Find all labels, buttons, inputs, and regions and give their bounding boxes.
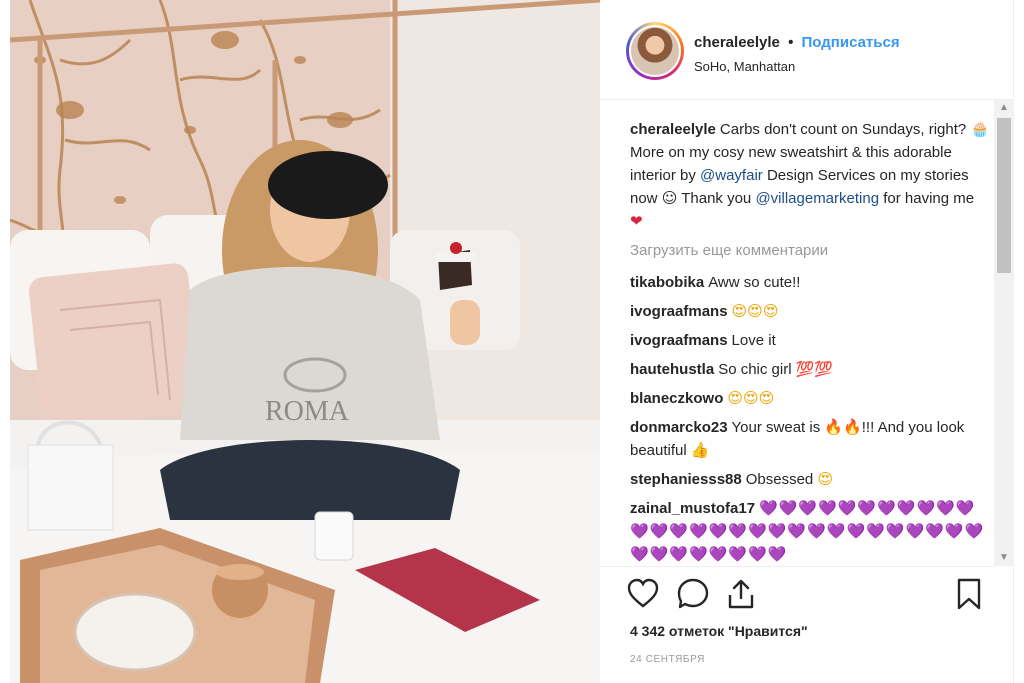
comment-item: donmarcko23 Your sweat is 🔥🔥!!! And you l…	[630, 416, 990, 462]
mention-link-villagemarketing[interactable]: @villagemarketing	[755, 190, 879, 207]
hundred-emoji: 💯💯	[795, 360, 834, 378]
comment-item: hautehustla So chic girl 💯💯	[630, 358, 990, 381]
heart-eyes-emoji: 😍	[817, 470, 834, 488]
caption-text-4: Thank you	[677, 190, 756, 207]
caption-username[interactable]: cheraleelyle	[630, 121, 716, 138]
caption: cheraleelyle Carbs don't count on Sundays…	[630, 118, 990, 233]
likes-count[interactable]: 4 342 отметок "Нравится"	[630, 623, 808, 639]
avatar-story-ring[interactable]	[626, 22, 684, 80]
comment-username[interactable]: tikabobika	[630, 274, 704, 291]
scrollbar-thumb[interactable]	[997, 118, 1011, 273]
load-more-comments-button[interactable]: Загрузить еще комментарии	[630, 241, 990, 261]
comment-username[interactable]: donmarcko23	[630, 419, 728, 436]
mention-link-wayfair[interactable]: @wayfair	[700, 167, 763, 184]
smile-emoji: ☺	[661, 189, 678, 207]
bookmark-icon	[957, 578, 981, 610]
separator-dot: •	[788, 34, 794, 51]
comment-item: tikabobika Aww so cute!!	[630, 271, 990, 294]
comment-text: Obsessed	[745, 471, 814, 488]
post-photo[interactable]: ROMA	[10, 0, 600, 683]
post-header: cheraleelyle • Подписаться SoHo, Manhatt…	[600, 0, 1014, 100]
comment-username[interactable]: ivograafmans	[630, 332, 728, 349]
comment-username[interactable]: ivograafmans	[630, 303, 728, 320]
heart-eyes-emoji: 😍😍😍	[727, 389, 775, 407]
header-text: cheraleelyle • Подписаться SoHo, Manhatt…	[694, 34, 900, 75]
heart-eyes-emoji: 😍😍😍	[731, 302, 779, 320]
photo-illustration: ROMA	[10, 0, 600, 683]
comment-item: zainal_mustofa17 💜💜💜💜💜💜💜💜💜💜💜💜💜💜💜💜💜💜💜💜💜💜💜💜…	[630, 497, 990, 566]
speech-bubble-icon	[677, 578, 709, 609]
caption-text-5: for having me	[879, 190, 975, 207]
username-link[interactable]: cheraleelyle	[694, 34, 780, 51]
comment-item: ivograafmans Love it	[630, 329, 990, 352]
share-arrow-icon	[728, 579, 754, 609]
scroll-down-arrow-icon[interactable]: ▼	[994, 550, 1014, 566]
like-button[interactable]	[626, 577, 660, 611]
cupcake-emoji: 🧁	[970, 120, 990, 138]
post-actions: 4 342 отметок "Нравится" 24 СЕНТЯБРЯ	[600, 566, 994, 683]
comment-text: Aww so cute!!	[708, 274, 801, 291]
heart-emoji: ❤	[630, 212, 643, 230]
caption-text-1: Carbs don't count on Sundays, right?	[719, 121, 971, 138]
comment-text: Love it	[731, 332, 776, 349]
comment-username[interactable]: zainal_mustofa17	[630, 500, 755, 517]
sweatshirt-text: ROMA	[265, 396, 350, 427]
comment-button[interactable]	[676, 577, 710, 611]
comments-list[interactable]: cheraleelyle Carbs don't count on Sundays…	[630, 118, 990, 566]
comment-text: So chic girl	[718, 361, 792, 378]
comments-scrollbar[interactable]: ▲ ▼	[994, 100, 1014, 566]
comment-item: stephaniesss88 Obsessed 😍	[630, 468, 990, 491]
username-row: cheraleelyle • Подписаться	[694, 34, 900, 52]
avatar[interactable]	[629, 25, 681, 77]
post-date[interactable]: 24 СЕНТЯБРЯ	[630, 654, 705, 665]
scroll-up-arrow-icon[interactable]: ▲	[994, 100, 1014, 116]
follow-button[interactable]: Подписаться	[802, 34, 900, 51]
comment-username[interactable]: stephaniesss88	[630, 471, 742, 488]
save-button[interactable]	[952, 577, 986, 611]
comment-item: ivograafmans 😍😍😍	[630, 300, 990, 323]
heart-outline-icon	[627, 578, 659, 608]
share-button[interactable]	[724, 577, 758, 611]
comment-item: blaneczkowo 😍😍😍	[630, 387, 990, 410]
location-link[interactable]: SoHo, Manhattan	[694, 59, 900, 75]
comment-username[interactable]: blaneczkowo	[630, 390, 723, 407]
comment-username[interactable]: hautehustla	[630, 361, 714, 378]
